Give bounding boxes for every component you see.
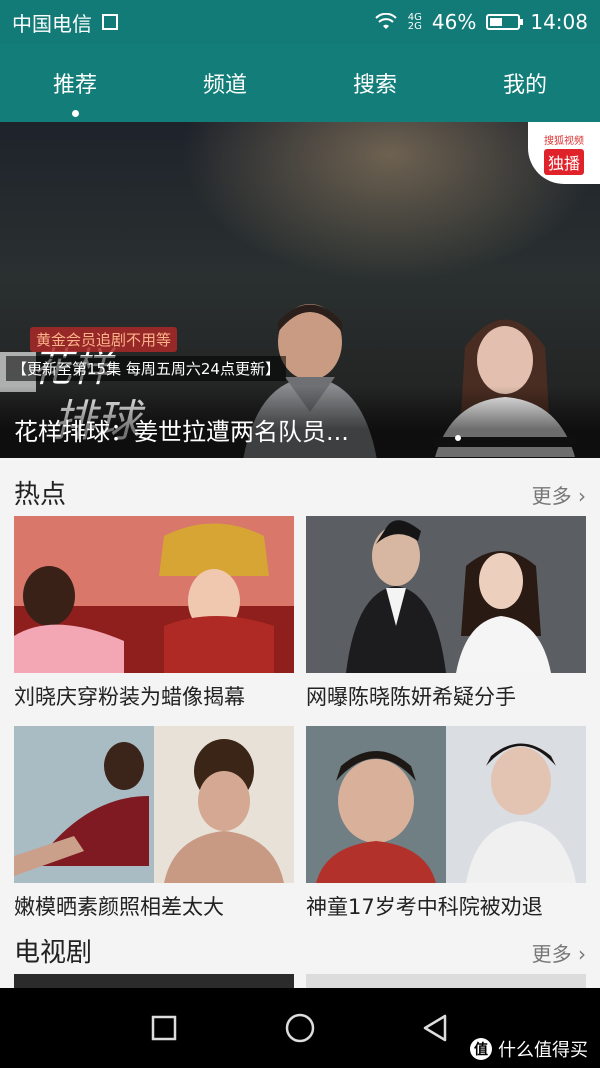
wifi-icon (375, 13, 397, 29)
network-2g-label: 2G (407, 21, 422, 32)
hot-thumbnail (306, 726, 586, 883)
tv-section-title: 电视剧 (14, 938, 93, 968)
carrier-label: 中国电信 (12, 11, 92, 36)
tv-card-thumbnail-partial[interactable] (306, 974, 586, 988)
site-watermark: 值 什么值得买 (470, 1036, 588, 1062)
back-button[interactable] (418, 1010, 454, 1046)
hot-image-model (14, 726, 294, 883)
badge-exclusive-label: 独播 (543, 148, 584, 175)
active-tab-indicator (71, 110, 79, 117)
hot-section-title: 热点 (14, 480, 67, 510)
tv-card-thumbnail-partial[interactable] (14, 974, 294, 988)
tab-channels[interactable]: 频道 (179, 61, 271, 105)
recents-button[interactable] (146, 1010, 182, 1046)
sim-card-icon (102, 14, 118, 30)
hot-caption: 网曝陈晓陈妍希疑分手 (306, 685, 516, 709)
circle-icon (285, 1013, 315, 1043)
hot-more-label: 更多 (531, 484, 572, 508)
hot-card[interactable]: 网曝陈晓陈妍希疑分手 (306, 516, 586, 711)
hero-banner[interactable]: 花样 排球 搜狐视频 独播 黄金会员追剧不用等 【更新至第15集 每周五周六24… (0, 122, 600, 458)
tab-mine[interactable]: 我的 (479, 61, 571, 105)
hot-image-wax-figure (14, 516, 294, 673)
hot-thumbnail (14, 516, 294, 673)
home-button[interactable] (282, 1010, 318, 1046)
battery-icon (486, 14, 524, 30)
hot-image-couple (306, 516, 586, 673)
battery-level-fill (490, 18, 503, 26)
clock-time: 14:08 (530, 10, 588, 34)
hot-image-prodigy (306, 726, 586, 883)
tab-search[interactable]: 搜索 (329, 61, 421, 105)
tab-channels-label: 频道 (202, 73, 247, 98)
hot-caption: 神童17岁考中科院被劝退 (306, 895, 543, 919)
hot-card[interactable]: 嫩模晒素颜照相差太大 (14, 726, 294, 921)
hot-thumbnail (14, 726, 294, 883)
chevron-right-icon: › (578, 942, 586, 966)
back-triangle-icon (423, 1014, 447, 1042)
battery-percent: 46% (431, 10, 477, 34)
tv-section-header: 电视剧 更多 › (0, 926, 600, 970)
watermark-text: 什么值得买 (498, 1040, 588, 1061)
status-bar: 中国电信 4G 2G 46% 14:08 (0, 0, 600, 44)
badge-source-label: 搜狐视频 (544, 135, 584, 147)
hot-more-link[interactable]: 更多 › (532, 480, 586, 509)
hot-caption: 刘晓庆穿粉装为蜡像揭幕 (14, 685, 245, 709)
hot-thumbnail (306, 516, 586, 673)
top-nav-tabs: 推荐 频道 搜索 我的 (0, 44, 600, 122)
tv-more-label: 更多 (531, 942, 572, 966)
watermark-logo: 值 (470, 1038, 492, 1060)
square-icon (151, 1015, 177, 1041)
hot-caption: 嫩模晒素颜照相差太大 (14, 895, 224, 919)
hero-promo-tag: 黄金会员追剧不用等 (30, 327, 178, 352)
tab-recommend-label: 推荐 (52, 73, 97, 98)
hot-card[interactable]: 神童17岁考中科院被劝退 (306, 726, 586, 921)
tab-mine-label: 我的 (502, 73, 547, 98)
tab-recommend[interactable]: 推荐 (29, 61, 121, 117)
tab-search-label: 搜索 (352, 73, 397, 98)
hero-caption: 花样排球：姜世拉遭两名队员... (14, 418, 349, 446)
carousel-indicator-dot[interactable] (455, 435, 461, 441)
chevron-right-icon: › (578, 484, 586, 508)
hero-update-tag: 【更新至第15集 每周五周六24点更新】 (6, 356, 286, 381)
tv-more-link[interactable]: 更多 › (532, 938, 586, 967)
network-type-indicator: 4G 2G (407, 13, 422, 32)
hot-card[interactable]: 刘晓庆穿粉装为蜡像揭幕 (14, 516, 294, 711)
hot-section-header: 热点 更多 › (0, 468, 600, 512)
